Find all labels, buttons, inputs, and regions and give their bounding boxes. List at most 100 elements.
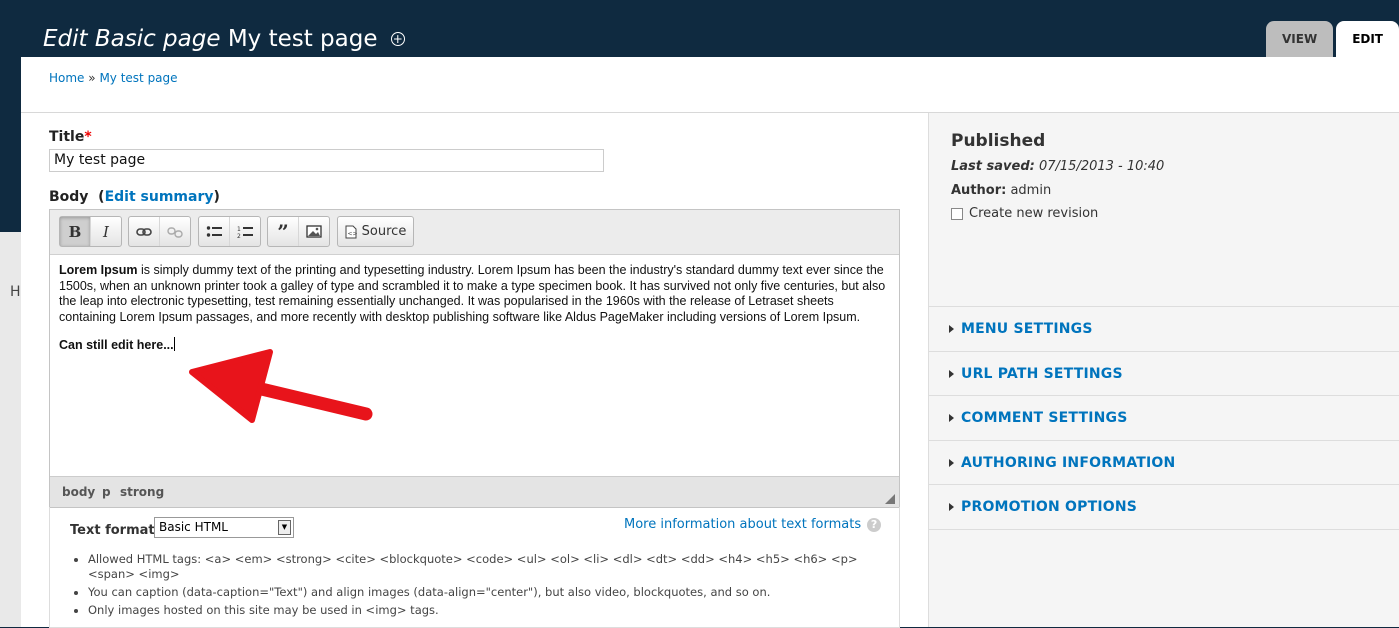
page-title-type: Edit Basic page <box>43 26 221 52</box>
revision-checkbox-row[interactable]: Create new revision <box>951 206 1164 221</box>
page-content: Home » My test page Title* My test page … <box>21 57 1399 628</box>
numbered-list-icon: 12 <box>237 226 253 239</box>
triangle-right-icon <box>949 370 954 378</box>
required-marker: * <box>84 129 92 145</box>
path-item-p[interactable]: p <box>102 485 111 499</box>
tip-item: You can caption (data-caption="Text") an… <box>88 585 898 600</box>
italic-button[interactable]: I <box>91 217 121 246</box>
resize-handle-icon[interactable] <box>885 494 895 504</box>
entity-meta: Published Last saved: 07/15/2013 - 10:40… <box>951 131 1164 221</box>
text-format-selected: Basic HTML <box>159 520 228 534</box>
content-strong-text: Lorem Ipsum <box>59 263 138 277</box>
tip-item: Only images hosted on this site may be u… <box>88 603 898 618</box>
svg-text:2: 2 <box>237 233 241 239</box>
body-label: Body (Edit summary) <box>49 189 220 205</box>
content-paragraph-2: Can still edit here... <box>59 337 890 354</box>
text-format-wrapper: Text format Basic HTML ▼ More informatio… <box>49 507 900 628</box>
title-input[interactable]: My test page <box>49 149 604 172</box>
unlink-button[interactable] <box>160 217 190 246</box>
body-label-text: Body <box>49 189 89 205</box>
image-button[interactable] <box>299 217 329 246</box>
node-form: Title* My test page Body (Edit summary) … <box>49 129 900 628</box>
tip-item: Allowed HTML tags: <a> <em> <strong> <ci… <box>88 552 898 582</box>
background-strip: H <box>0 57 21 627</box>
path-item-strong[interactable]: strong <box>120 485 164 499</box>
text-caret <box>173 337 175 352</box>
text-format-help-text: More information about text formats <box>624 517 862 532</box>
content-paragraph-2-text: Can still edit here... <box>59 338 174 353</box>
link-button[interactable] <box>129 217 160 246</box>
image-icon <box>306 225 322 238</box>
primary-tabs: VIEW EDIT <box>1266 21 1399 57</box>
triangle-right-icon <box>949 325 954 333</box>
source-label: Source <box>361 224 407 239</box>
toolbar-group-lists: 12 <box>198 216 261 247</box>
section-title: COMMENT SETTINGS <box>961 410 1128 426</box>
unlink-icon <box>167 226 183 238</box>
content-paragraph-1-text: is simply dummy text of the printing and… <box>59 263 886 324</box>
blockquote-icon: ” <box>277 219 289 244</box>
breadcrumb-current[interactable]: My test page <box>99 71 177 85</box>
breadcrumb: Home » My test page <box>49 71 178 85</box>
revision-checkbox[interactable] <box>951 207 963 220</box>
ckeditor: B I 12 ” <> Source Lorem Ipsum is simply… <box>49 209 900 508</box>
triangle-right-icon <box>949 414 954 422</box>
title-label: Title* <box>49 129 899 145</box>
text-format-help-link[interactable]: More information about text formats? <box>624 517 882 532</box>
plus-circle-icon[interactable]: + <box>390 32 405 46</box>
link-icon <box>136 227 152 236</box>
last-saved-value: 07/15/2013 - 10:40 <box>1038 159 1165 174</box>
text-format-label: Text format <box>70 523 155 538</box>
element-path-bar: body p strong <box>50 476 899 507</box>
editor-toolbar: B I 12 ” <> Source <box>50 210 899 255</box>
tab-view[interactable]: VIEW <box>1266 21 1334 57</box>
admin-header: Edit Basic page My test page + VIEW EDIT <box>0 0 1399 57</box>
author-value: admin <box>1010 183 1052 198</box>
last-saved: Last saved: 07/15/2013 - 10:40 <box>951 159 1164 174</box>
section-title: PROMOTION OPTIONS <box>961 499 1138 515</box>
text-format-tips: Allowed HTML tags: <a> <em> <strong> <ci… <box>70 552 898 621</box>
breadcrumb-home[interactable]: Home <box>49 71 84 85</box>
content-paragraph-1: Lorem Ipsum is simply dummy text of the … <box>59 263 890 325</box>
chevron-down-icon: ▼ <box>278 520 291 535</box>
section-comment-settings[interactable]: COMMENT SETTINGS <box>929 395 1399 440</box>
tab-edit[interactable]: EDIT <box>1336 21 1399 57</box>
blockquote-button[interactable]: ” <box>268 217 299 246</box>
section-promotion-options[interactable]: PROMOTION OPTIONS <box>929 484 1399 530</box>
section-authoring-information[interactable]: AUTHORING INFORMATION <box>929 440 1399 485</box>
help-icon: ? <box>867 518 882 532</box>
triangle-right-icon <box>949 459 954 467</box>
source-button[interactable]: <> Source <box>338 217 413 246</box>
publish-status: Published <box>951 131 1046 151</box>
toolbar-group-basic: B I <box>59 216 122 247</box>
editor-content[interactable]: Lorem Ipsum is simply dummy text of the … <box>50 255 899 374</box>
section-title: AUTHORING INFORMATION <box>961 455 1176 471</box>
last-saved-label: Last saved: <box>951 159 1035 174</box>
section-menu-settings[interactable]: MENU SETTINGS <box>929 306 1399 351</box>
revision-label: Create new revision <box>969 206 1099 221</box>
author: Author: admin <box>951 183 1164 198</box>
path-item-body[interactable]: body <box>62 485 95 499</box>
svg-text:<>: <> <box>347 230 357 237</box>
section-title: URL PATH SETTINGS <box>961 366 1123 382</box>
toolbar-group-source: <> Source <box>337 216 414 247</box>
bulleted-list-icon <box>206 226 222 237</box>
source-icon: <> <box>345 225 357 238</box>
text-format-select[interactable]: Basic HTML ▼ <box>154 517 294 538</box>
section-url-path-settings[interactable]: URL PATH SETTINGS <box>929 351 1399 396</box>
page-title-name: My test page <box>227 26 378 52</box>
svg-text:1: 1 <box>237 226 241 233</box>
toolbar-group-media: ” <box>267 216 330 247</box>
page-title: Edit Basic page My test page + <box>43 26 405 52</box>
author-label: Author: <box>951 183 1007 198</box>
bold-button[interactable]: B <box>60 217 91 246</box>
triangle-right-icon <box>949 503 954 511</box>
numbered-list-button[interactable]: 12 <box>230 217 260 246</box>
title-label-text: Title <box>49 129 85 145</box>
toolbar-group-links <box>128 216 191 247</box>
background-text-fragment: H <box>10 284 21 300</box>
breadcrumb-separator: » <box>88 71 96 85</box>
edit-summary-link[interactable]: Edit summary <box>105 189 214 205</box>
entity-meta-sidebar: Published Last saved: 07/15/2013 - 10:40… <box>928 113 1399 627</box>
bulleted-list-button[interactable] <box>199 217 230 246</box>
